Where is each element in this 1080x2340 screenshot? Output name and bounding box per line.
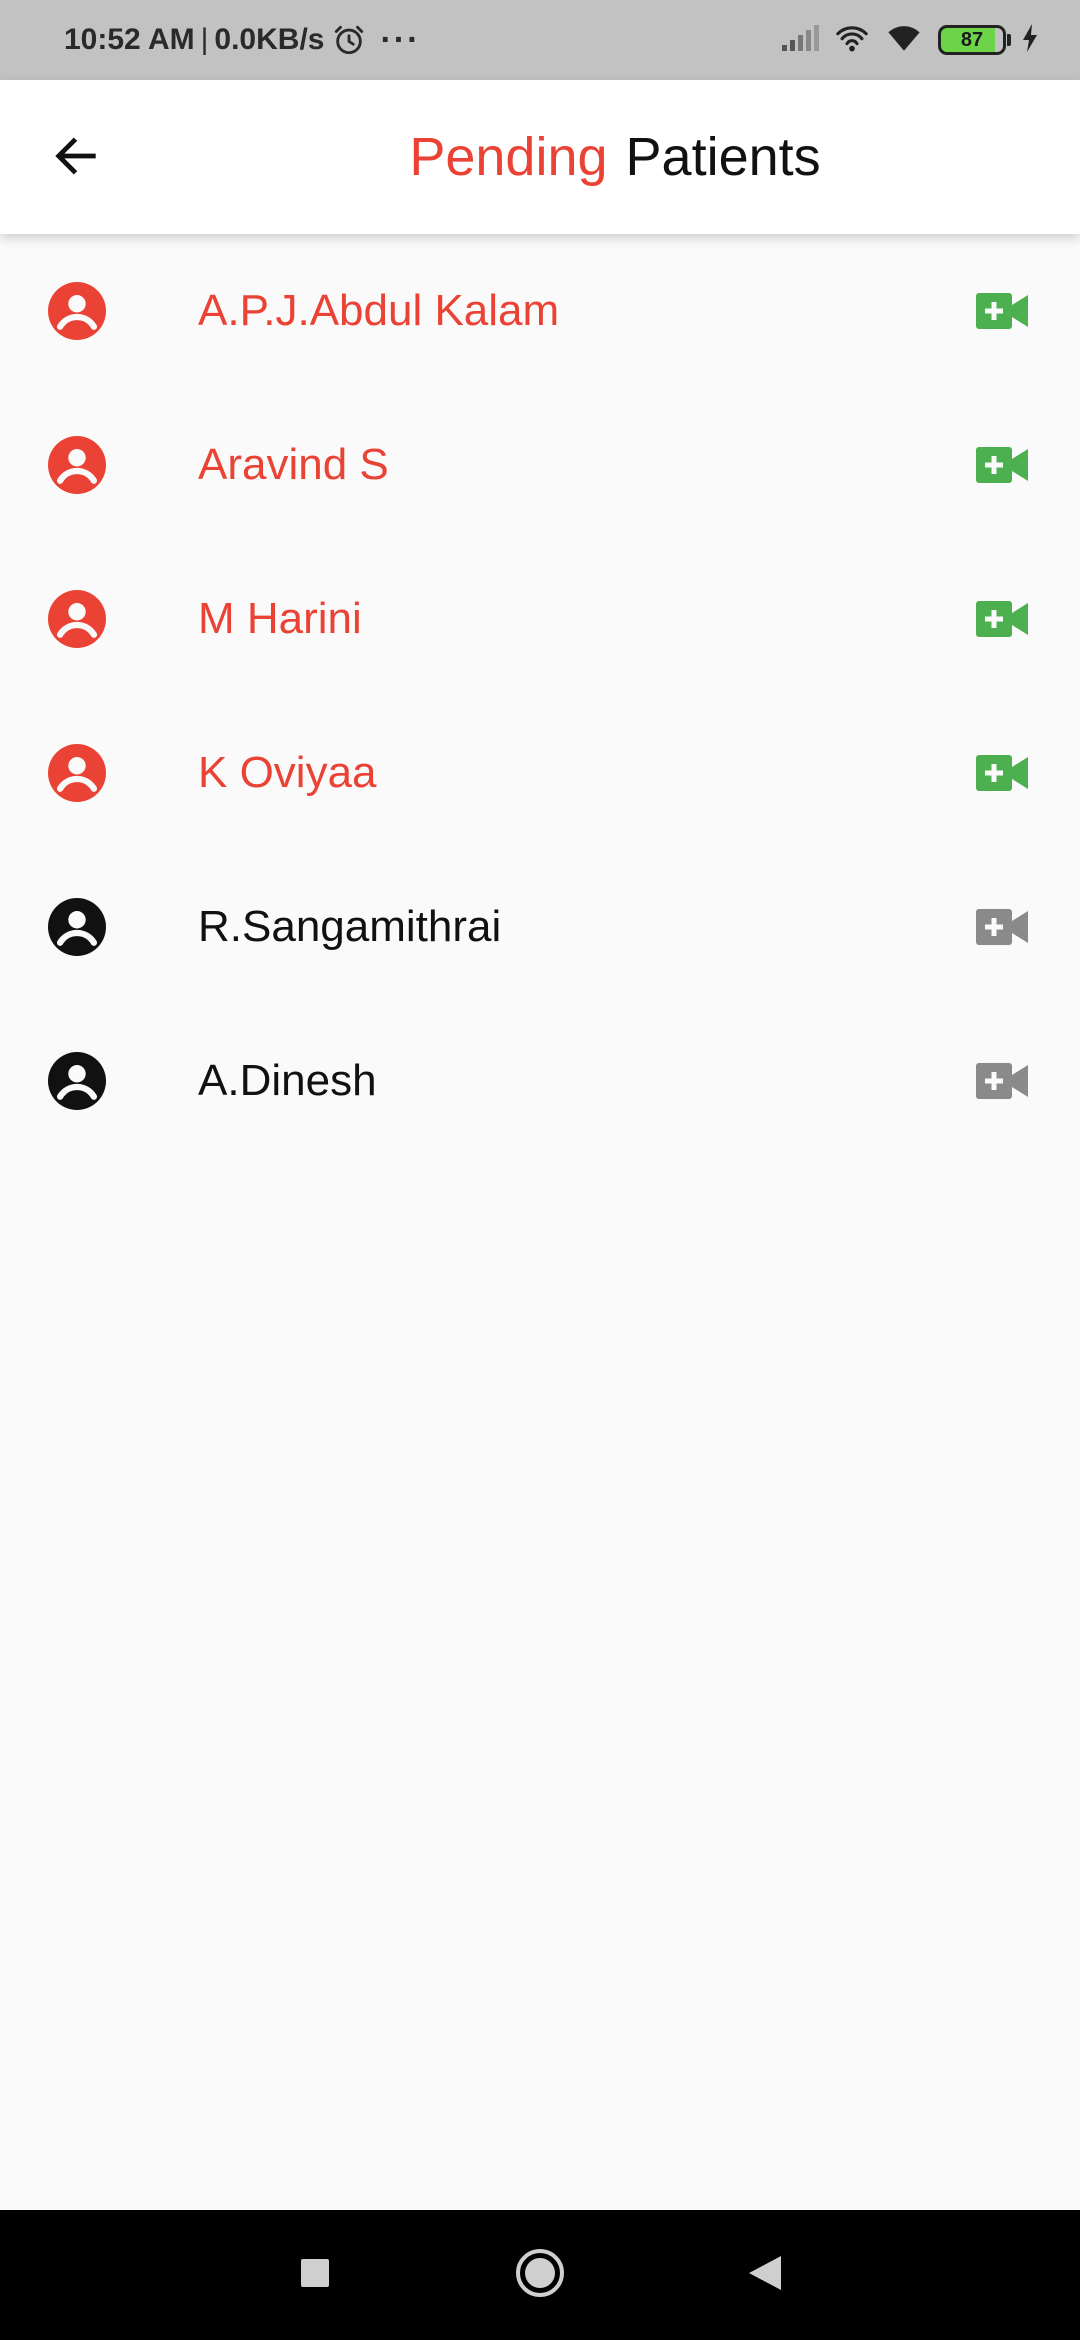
recents-square-icon [299,2257,331,2294]
page-title: Pending Patients [0,80,1080,234]
list-item[interactable]: Aravind S [0,388,1080,542]
charging-icon [1020,23,1040,58]
account-circle-icon [48,590,106,648]
video-call-icon[interactable] [976,601,1028,637]
recents-button[interactable] [290,2210,340,2340]
account-circle-icon [48,744,106,802]
wifi-icon [884,21,924,60]
account-circle-icon [48,282,106,340]
video-call-icon[interactable] [976,1063,1028,1099]
list-item[interactable]: K Oviyaa [0,696,1080,850]
status-separator: | [200,23,209,56]
alarm-icon [332,23,366,57]
status-bar: 10:52 AM | 0.0KB/s ··· 87 [0,0,1080,80]
video-call-icon[interactable] [976,447,1028,483]
home-button[interactable] [510,2210,570,2340]
video-call-icon[interactable] [976,909,1028,945]
list-item[interactable]: A.P.J.Abdul Kalam [0,234,1080,388]
status-time: 10:52 AM [64,23,195,56]
battery-icon: 87 [938,25,1011,55]
account-circle-icon [48,436,106,494]
account-circle-icon [48,1052,106,1110]
account-circle-icon [48,898,106,956]
list-item[interactable]: A.Dinesh [0,1004,1080,1158]
video-call-icon[interactable] [976,293,1028,329]
patient-name: M Harini [198,594,362,643]
system-nav-bar [0,2210,1080,2340]
title-rest: Patients [625,127,821,187]
back-triangle-icon [747,2254,783,2297]
patient-name: Aravind S [198,440,389,489]
status-right: 87 [780,0,1040,80]
more-notifications: ··· [380,20,421,59]
list-item[interactable]: R.Sangamithrai [0,850,1080,1004]
home-circle-icon [514,2247,566,2304]
signal-icon [780,23,820,58]
title-accent: Pending [409,127,608,187]
battery-level: 87 [960,28,984,51]
patient-name: K Oviyaa [198,748,377,797]
patient-name: A.Dinesh [198,1056,377,1105]
patient-list: A.P.J.Abdul Kalam Aravind S M Harini K O… [0,234,1080,1158]
patient-name: R.Sangamithrai [198,902,502,951]
network-speed: 0.0KB/s [214,23,325,56]
list-item[interactable]: M Harini [0,542,1080,696]
hotspot-icon [834,21,870,60]
app-bar: Pending Patients [0,80,1080,234]
back-nav-button[interactable] [740,2210,790,2340]
patient-name: A.P.J.Abdul Kalam [198,286,560,335]
status-left: 10:52 AM | 0.0KB/s ··· [64,0,420,90]
video-call-icon[interactable] [976,755,1028,791]
